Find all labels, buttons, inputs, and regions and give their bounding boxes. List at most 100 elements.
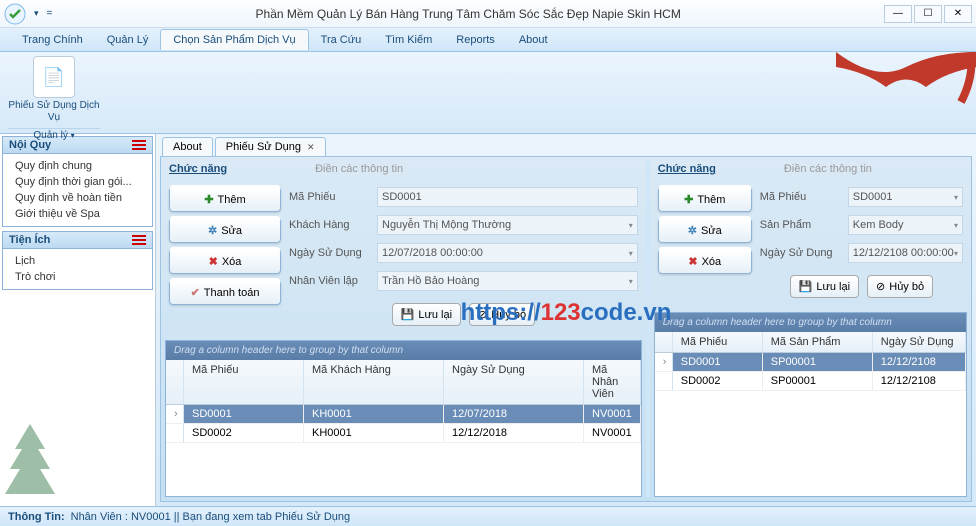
gear-icon: ✲ — [208, 224, 217, 237]
save-icon: 💾 — [401, 308, 415, 321]
edit-button[interactable]: ✲Sửa — [169, 218, 281, 243]
right-info-title: Điền các thông tin — [780, 161, 876, 177]
menubar: Trang Chính Quản Lý Chọn Sản Phẩm Dịch V… — [0, 28, 976, 52]
sidebar: Nội Quy Quy định chung Quy định thời gia… — [0, 134, 156, 506]
status-text: Nhân Viên : NV0001 || Bạn đang xem tab P… — [71, 511, 351, 523]
input-khach-hang[interactable]: Nguyễn Thị Mộng Thường▾ — [377, 215, 638, 235]
x-icon: ✖ — [209, 255, 218, 268]
col-ma-phieu[interactable]: Mã Phiếu — [184, 360, 304, 404]
input-nhan-vien[interactable]: Trần Hồ Bảo Hoàng▾ — [377, 271, 638, 291]
label-khach-hang: Khách Hàng — [289, 219, 369, 231]
app-icon — [4, 3, 26, 25]
col-ngay[interactable]: Ngày Sử Dụng — [873, 332, 966, 352]
content: About Phiếu Sử Dụng✕ Chức năng Điền các … — [156, 134, 976, 506]
left-func-title: Chức năng — [165, 161, 231, 177]
tab-about[interactable]: About — [162, 137, 213, 156]
sidebar-item-quy-dinh-hoan-tien[interactable]: Quy định về hoàn tiền — [3, 190, 152, 206]
col-ma-kh[interactable]: Mã Khách Hàng — [304, 360, 444, 404]
cancel-button[interactable]: ⊘Hủy bỏ — [867, 275, 933, 298]
add-button[interactable]: ✚Thêm — [658, 187, 752, 212]
dropdown-icon[interactable]: ▾ — [629, 221, 633, 230]
label-ngay-su-dung: Ngày Sử Dụng — [760, 247, 840, 259]
window-title: Phần Mềm Quản Lý Bán Hàng Trung Tâm Chăm… — [52, 7, 884, 21]
maximize-button[interactable]: ☐ — [914, 5, 942, 23]
dropdown-icon[interactable]: ▾ — [954, 221, 958, 230]
titlebar: ▾ = Phần Mềm Quản Lý Bán Hàng Trung Tâm … — [0, 0, 976, 28]
edit-button[interactable]: ✲Sửa — [658, 218, 752, 243]
ribbon: 📄 Phiếu Sử Dụng Dịch Vụ Quản lý ▾ — [0, 52, 976, 134]
save-button[interactable]: 💾Lưu lại — [790, 275, 859, 298]
cancel-button[interactable]: ⊘Hủy bỏ — [469, 303, 535, 326]
sidebar-panel2-title: Tiện Ích — [9, 234, 50, 246]
tab-phieu-su-dung[interactable]: Phiếu Sử Dụng✕ — [215, 137, 326, 156]
label-san-pham: Sản Phẩm — [760, 219, 840, 231]
gear-icon: ✲ — [688, 224, 697, 237]
tab-close-icon[interactable]: ✕ — [307, 142, 315, 153]
save-button[interactable]: 💾Lưu lại — [392, 303, 461, 326]
splitter[interactable] — [646, 161, 650, 497]
col-ngay[interactable]: Ngày Sử Dụng — [444, 360, 584, 404]
sidebar-item-quy-dinh-chung[interactable]: Quy định chung — [3, 158, 152, 174]
sidebar-item-gioi-thieu-spa[interactable]: Giới thiệu về Spa — [3, 206, 152, 222]
grid-row[interactable]: SD0002SP0000112/12/2108 — [655, 372, 966, 391]
grid-row[interactable]: SD0002KH000112/12/2018NV0001 — [166, 424, 641, 443]
input-ngay-su-dung[interactable]: 12/07/2018 00:00:00▾ — [377, 243, 638, 263]
right-grid: Drag a column header here to group by th… — [654, 312, 967, 497]
input-san-pham[interactable]: Kem Body▾ — [848, 215, 963, 235]
document-icon: 📄 — [43, 67, 65, 88]
sidebar-item-lich[interactable]: Lịch — [3, 253, 152, 269]
payment-button[interactable]: ✔Thanh toán — [169, 280, 281, 305]
sidebar-item-tro-choi[interactable]: Trò chơi — [3, 269, 152, 285]
col-ma-nv[interactable]: Mã Nhân Viên — [584, 360, 641, 404]
dropdown-icon[interactable]: ▾ — [629, 249, 633, 258]
dropdown-icon[interactable]: ▾ — [629, 277, 633, 286]
x-icon: ✖ — [688, 255, 697, 268]
statusbar: Thông Tin: Nhân Viên : NV0001 || Bạn đan… — [0, 506, 976, 526]
cancel-icon: ⊘ — [876, 280, 885, 293]
col-ma-phieu[interactable]: Mã Phiếu — [673, 332, 763, 352]
left-info-title: Điền các thông tin — [311, 161, 407, 177]
grid-row[interactable]: › SD0001KH000112/07/2018NV0001 — [166, 405, 641, 424]
main-area: Nội Quy Quy định chung Quy định thời gia… — [0, 134, 976, 506]
grid-group-panel[interactable]: Drag a column header here to group by th… — [655, 313, 966, 332]
add-button[interactable]: ✚Thêm — [169, 187, 281, 212]
right-panel: Chức năng Điền các thông tin ✚Thêm ✲Sửa … — [654, 161, 967, 497]
menu-chon-sp-dv[interactable]: Chọn Sản Phẩm Dịch Vụ — [160, 29, 308, 50]
sidebar-item-quy-dinh-thoi-gian[interactable]: Quy định thời gian gói... — [3, 174, 152, 190]
col-ma-sp[interactable]: Mã Sản Phẩm — [763, 332, 873, 352]
menu-tim-kiem[interactable]: Tìm Kiếm — [373, 30, 444, 50]
menu-trang-chinh[interactable]: Trang Chính — [10, 30, 95, 50]
menu-about[interactable]: About — [507, 30, 560, 50]
grid-row[interactable]: › SD0001SP0000112/12/2108 — [655, 353, 966, 372]
save-icon: 💾 — [799, 280, 813, 293]
menu-reports[interactable]: Reports — [444, 30, 507, 50]
plus-icon: ✚ — [204, 193, 213, 206]
input-ma-phieu[interactable]: SD0001▾ — [848, 187, 963, 207]
label-ma-phieu: Mã Phiếu — [289, 191, 369, 203]
grid-group-panel[interactable]: Drag a column header here to group by th… — [166, 341, 641, 360]
left-grid: Drag a column header here to group by th… — [165, 340, 642, 497]
status-label: Thông Tin: — [8, 511, 65, 523]
label-nhan-vien: Nhân Viên lập — [289, 275, 369, 287]
delete-button[interactable]: ✖Xóa — [169, 249, 281, 274]
label-ma-phieu: Mã Phiếu — [760, 191, 840, 203]
ribbon-button-label: Phiếu Sử Dụng Dịch Vụ — [8, 100, 100, 124]
ribbon-phieu-su-dung-button[interactable]: 📄 — [33, 56, 75, 98]
close-button[interactable]: ✕ — [944, 5, 972, 23]
input-ngay-su-dung[interactable]: 12/12/2108 00:00:00▾ — [848, 243, 963, 263]
delete-button[interactable]: ✖Xóa — [658, 249, 752, 274]
left-panel: Chức năng Điền các thông tin ✚Thêm ✲Sửa … — [165, 161, 642, 497]
dropdown-icon[interactable]: ▾ — [954, 249, 958, 258]
label-ngay-su-dung: Ngày Sử Dụng — [289, 247, 369, 259]
flag-icon — [132, 235, 146, 245]
menu-tra-cuu[interactable]: Tra Cứu — [309, 30, 374, 50]
menu-quan-ly[interactable]: Quản Lý — [95, 30, 161, 50]
right-func-title: Chức năng — [654, 161, 720, 177]
input-ma-phieu[interactable]: SD0001 — [377, 187, 638, 207]
qat-dropdown-icon[interactable]: ▾ — [30, 8, 43, 19]
dropdown-icon[interactable]: ▾ — [954, 193, 958, 202]
plus-icon: ✚ — [684, 193, 693, 206]
ribbon-group-label: Quản lý ▾ — [8, 128, 100, 141]
minimize-button[interactable]: — — [884, 5, 912, 23]
content-tabs: About Phiếu Sử Dụng✕ — [156, 134, 976, 156]
